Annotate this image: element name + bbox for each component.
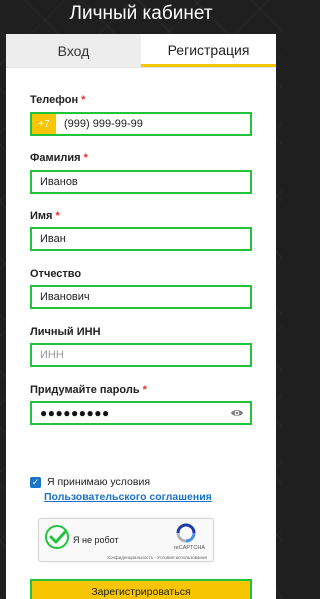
patronymic-value: Иванович (40, 291, 90, 303)
password-field[interactable]: ●●●●●●●●● (30, 401, 252, 425)
last-name-label: Фамилия * (30, 152, 88, 164)
password-value: ●●●●●●●●● (40, 406, 110, 420)
tab-register[interactable]: Регистрация (141, 34, 276, 67)
phone-prefix: +7 (32, 114, 56, 134)
auth-card: Вход Регистрация Телефон * +7 (999) 999-… (6, 34, 276, 599)
phone-label: Телефон * (30, 94, 85, 106)
agreement-checkbox[interactable]: ✓ (30, 476, 41, 488)
last-name-field[interactable]: Иванов (30, 170, 252, 194)
phone-label-text: Телефон (30, 94, 79, 106)
phone-field[interactable]: +7 (999) 999-99-99 (30, 112, 252, 136)
tab-login[interactable]: Вход (6, 34, 141, 67)
required-mark: * (142, 384, 147, 396)
password-label-text: Придумайте пароль (30, 384, 140, 396)
inn-label: Личный ИНН (30, 326, 101, 338)
recaptcha-links[interactable]: Конфиденциальность - Условия использован… (107, 555, 207, 560)
first-name-field[interactable]: Иван (30, 227, 252, 251)
password-label: Придумайте пароль * (30, 384, 147, 396)
required-mark: * (55, 210, 60, 222)
last-name-label-text: Фамилия (30, 152, 81, 164)
register-button[interactable]: Зарегистрироваться (30, 579, 252, 599)
patronymic-field[interactable]: Иванович (30, 285, 252, 309)
recaptcha-checkbox[interactable] (45, 525, 69, 549)
recaptcha-widget: Я не робот reCAPTCHA Конфиденциальность … (38, 518, 214, 562)
eye-icon[interactable] (230, 407, 244, 419)
agreement-row: ✓ Я принимаю условия (30, 476, 150, 488)
recaptcha-logo-icon (173, 523, 199, 543)
agreement-label: Я принимаю условия (47, 476, 151, 488)
auth-tabs: Вход Регистрация (6, 34, 276, 68)
recaptcha-label: Я не робот (73, 535, 119, 545)
first-name-label-text: Имя (30, 210, 53, 222)
page-title: Личный кабинет (69, 3, 213, 24)
user-agreement-link[interactable]: Пользовательского соглашения (44, 491, 212, 503)
inn-placeholder: ИНН (40, 349, 64, 361)
patronymic-label: Отчество (30, 268, 82, 280)
recaptcha-brand: reCAPTCHA (173, 545, 205, 551)
last-name-value: Иванов (40, 176, 78, 188)
required-mark: * (81, 94, 86, 106)
phone-value: (999) 999-99-99 (64, 118, 143, 130)
inn-field[interactable]: ИНН (30, 343, 252, 367)
required-mark: * (83, 152, 88, 164)
first-name-label: Имя * (30, 210, 60, 222)
first-name-value: Иван (40, 233, 66, 245)
